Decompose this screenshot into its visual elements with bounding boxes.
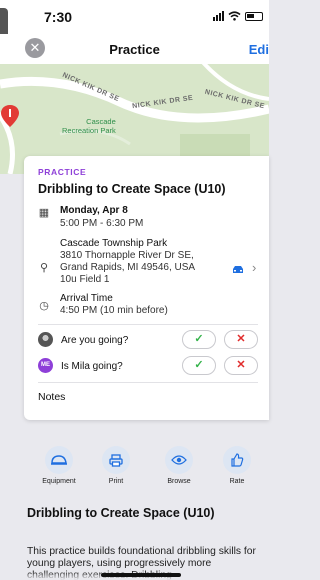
event-title: Dribbling to Create Space (U10) bbox=[38, 182, 226, 196]
rate-button[interactable]: Rate bbox=[210, 446, 264, 485]
page-title: Practice bbox=[109, 42, 160, 57]
event-date: Monday, Apr 8 bbox=[60, 205, 128, 216]
status-time: 7:30 bbox=[44, 9, 73, 25]
event-card: PRACTICE Dribbling to Create Space (U10)… bbox=[24, 156, 269, 420]
divider bbox=[38, 324, 258, 325]
print-button[interactable]: Print bbox=[89, 446, 143, 485]
avatar: ME bbox=[38, 358, 53, 373]
address-line2[interactable]: Grand Rapids, MI 49546, USA bbox=[60, 262, 195, 274]
rsvp-question: Are you going? bbox=[61, 335, 129, 346]
rsvp-yes-button[interactable]: ✓ bbox=[182, 330, 216, 349]
rsvp-no-button[interactable]: ✕ bbox=[224, 330, 258, 349]
arrival-label: Arrival Time bbox=[60, 293, 113, 304]
car-icon[interactable] bbox=[231, 265, 245, 275]
address-line1[interactable]: 3810 Thornapple River Dr SE, bbox=[60, 250, 194, 262]
calendar-icon: ▦ bbox=[38, 207, 50, 219]
equipment-icon bbox=[45, 446, 73, 474]
edit-button[interactable]: Edi bbox=[249, 42, 269, 57]
nav-bar: ✕ Practice Edi bbox=[0, 34, 269, 64]
printer-icon bbox=[102, 446, 130, 474]
location-name[interactable]: Cascade Township Park bbox=[60, 238, 167, 250]
event-time: 5:00 PM - 6:30 PM bbox=[60, 218, 144, 229]
rsvp-no-button[interactable]: ✕ bbox=[224, 356, 258, 375]
thumbs-up-icon bbox=[223, 446, 251, 474]
status-bar: 7:30 bbox=[0, 0, 269, 38]
section-title: Dribbling to Create Space (U10) bbox=[27, 506, 215, 520]
status-icons bbox=[213, 11, 263, 21]
print-label: Print bbox=[108, 478, 124, 485]
notes-label[interactable]: Notes bbox=[38, 391, 65, 403]
equipment-button[interactable]: Equipment bbox=[32, 446, 86, 485]
event-kind: PRACTICE bbox=[38, 167, 87, 177]
park-label: Cascade Recreation Park bbox=[62, 117, 116, 135]
location-pin-icon: ⚲ bbox=[39, 262, 49, 274]
rsvp-yes-button[interactable]: ✓ bbox=[182, 356, 216, 375]
equipment-label: Equipment bbox=[42, 478, 76, 485]
field-name[interactable]: 10u Field 1 bbox=[60, 274, 109, 286]
divider bbox=[38, 382, 258, 383]
home-indicator bbox=[101, 573, 181, 577]
action-toolbar: Equipment Print Browse Rate bbox=[0, 446, 269, 498]
rate-label: Rate bbox=[229, 478, 245, 485]
arrival-value: 4:50 PM (10 min before) bbox=[60, 305, 168, 316]
browse-button[interactable]: Browse bbox=[152, 446, 206, 485]
wifi-icon bbox=[228, 11, 241, 21]
map-pin-icon[interactable] bbox=[0, 104, 20, 128]
eye-icon bbox=[165, 446, 193, 474]
chevron-right-icon[interactable]: › bbox=[252, 260, 256, 275]
park-label-line2: Recreation Park bbox=[62, 126, 116, 135]
park-label-line1: Cascade bbox=[86, 117, 116, 126]
avatar bbox=[38, 332, 53, 347]
browse-label: Browse bbox=[167, 478, 191, 485]
signal-icon bbox=[213, 11, 224, 21]
clock-icon: ◷ bbox=[39, 300, 49, 312]
battery-icon bbox=[245, 11, 263, 21]
rsvp-question: Is Mila going? bbox=[61, 361, 123, 372]
